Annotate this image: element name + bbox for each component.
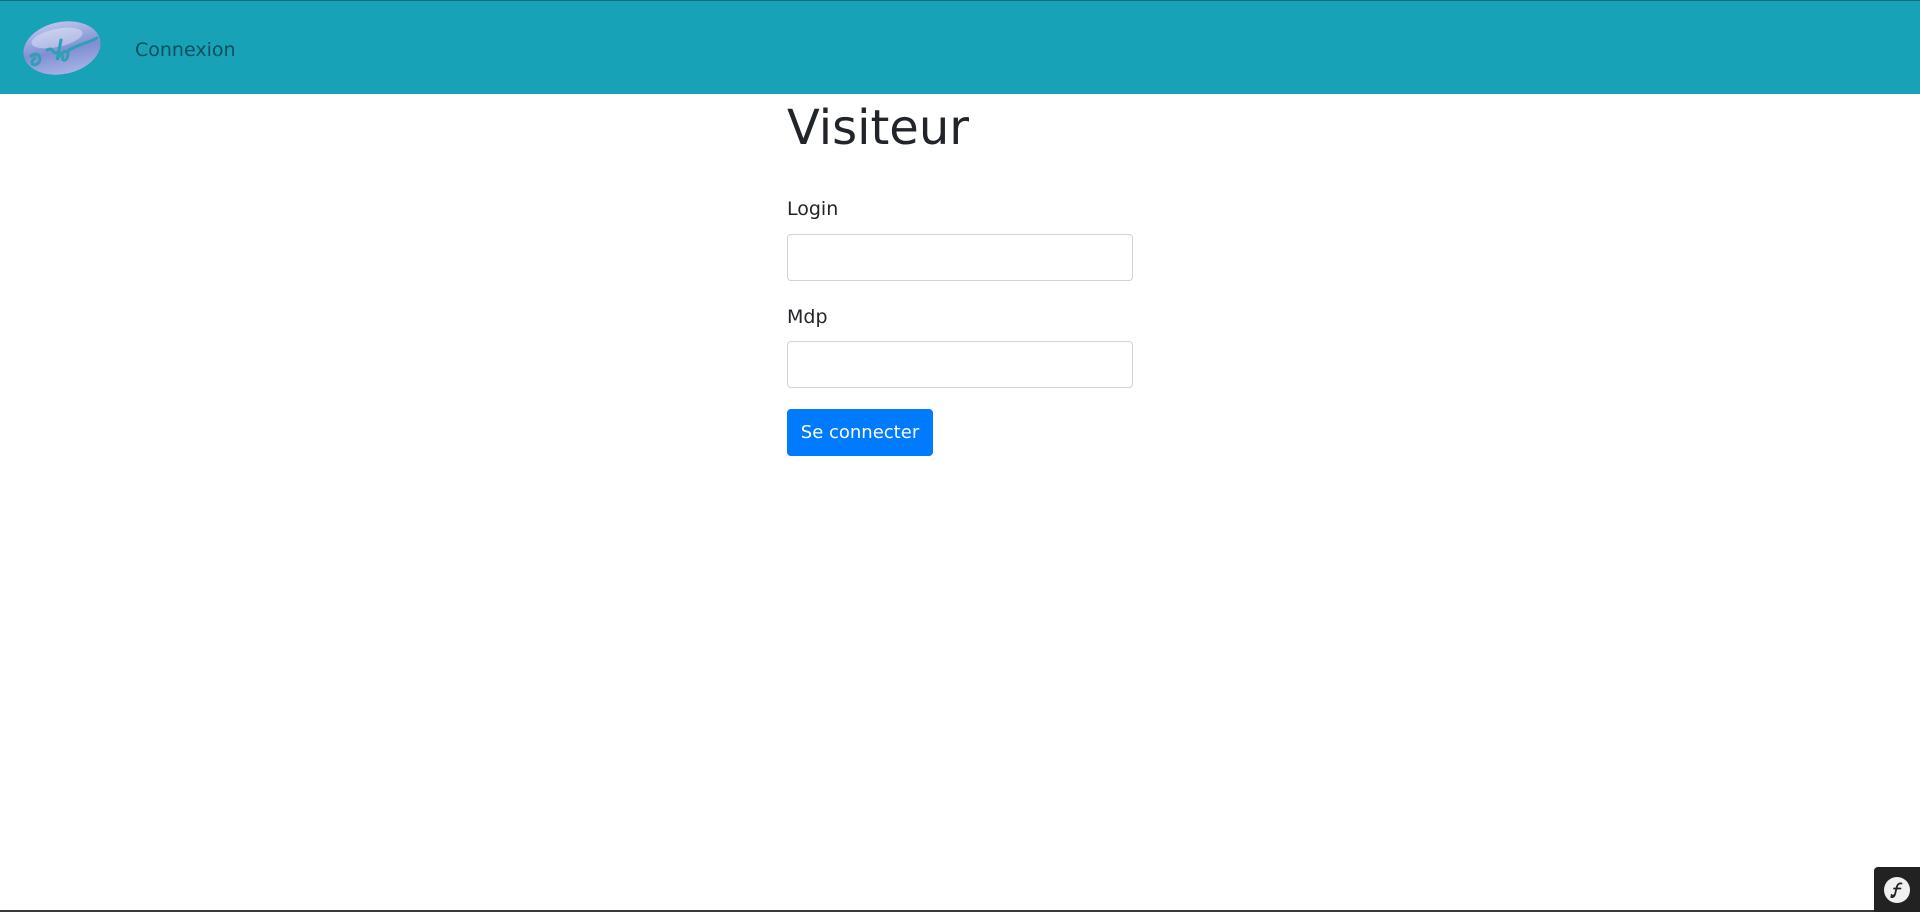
brand-logo[interactable]: [21, 20, 103, 76]
top-navbar: Connexion: [0, 0, 1920, 94]
login-label: Login: [787, 198, 839, 220]
symfony-icon: [1884, 876, 1910, 903]
se-connecter-button[interactable]: Se connecter: [787, 409, 933, 456]
nav-connexion-link[interactable]: Connexion: [135, 38, 236, 62]
login-input[interactable]: [787, 234, 1133, 281]
symfony-debug-toolbar-toggle[interactable]: [1874, 867, 1920, 912]
page-title: Visiteur: [787, 100, 969, 156]
mdp-label: Mdp: [787, 306, 828, 328]
mdp-input[interactable]: [787, 341, 1133, 388]
